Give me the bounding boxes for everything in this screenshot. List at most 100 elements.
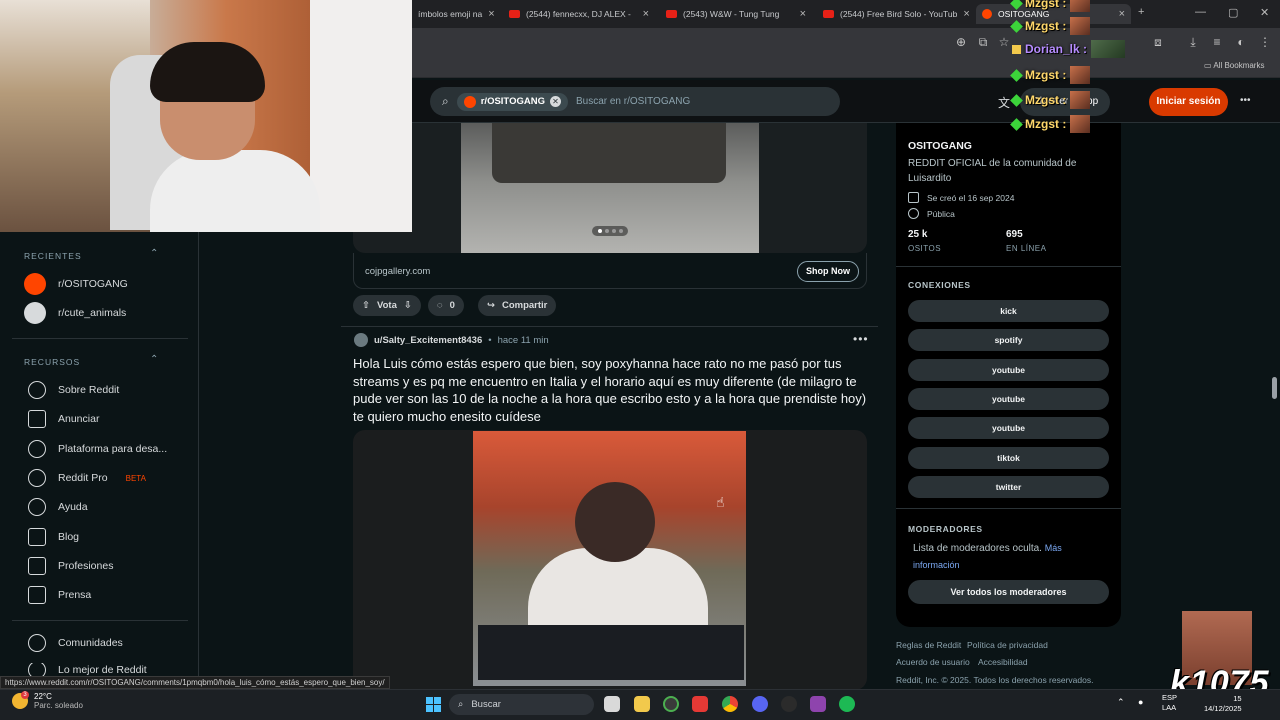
ad-domain[interactable]: cojpgallery.com [365, 266, 430, 277]
share-button[interactable]: ↪ Compartir [478, 295, 557, 316]
link-youtube[interactable]: youtube [908, 388, 1109, 410]
all-bookmarks[interactable]: ▭ All Bookmarks [1204, 61, 1264, 70]
link-tiktok[interactable]: tiktok [908, 447, 1109, 469]
shop-now-button[interactable]: Shop Now [797, 261, 859, 282]
window-close-icon[interactable]: ✕ [1260, 6, 1269, 19]
clear-chip-icon[interactable]: ✕ [549, 96, 561, 107]
discord-icon[interactable] [752, 696, 768, 712]
chat-user: Mzgst : [1025, 19, 1067, 33]
close-icon[interactable]: × [963, 8, 969, 20]
language-indicator[interactable]: ESP LAA [1162, 693, 1177, 713]
link-youtube[interactable]: youtube [908, 417, 1109, 439]
search-scope-chip[interactable]: r/OSITOGANG ✕ [456, 92, 568, 111]
close-icon[interactable]: × [800, 8, 806, 20]
profile-icon[interactable]: ◐ [1234, 35, 1248, 49]
moderators-hidden-label: Lista de moderadores oculta. [913, 543, 1042, 554]
recent-item-cute-animals[interactable]: r/cute_animals [24, 302, 126, 324]
tray-chevron-icon[interactable]: ⌃ [1117, 697, 1125, 708]
close-icon[interactable]: × [1119, 8, 1125, 20]
mic-icon[interactable]: ● [1138, 697, 1143, 707]
app-icon[interactable] [692, 696, 708, 712]
browser-tab[interactable]: (2544) fennecxx, DJ ALEX - × [503, 4, 655, 24]
chat-message: Mzgst : [1010, 91, 1091, 109]
emote-icon [1070, 0, 1091, 12]
app-icon[interactable] [810, 696, 826, 712]
nav-blog[interactable]: Blog [28, 528, 79, 546]
nav-reddit-pro[interactable]: Reddit Pro BETA [28, 469, 146, 487]
nav-about-reddit[interactable]: Sobre Reddit [28, 381, 119, 399]
carousel-dot[interactable] [597, 229, 602, 233]
taskbar-search[interactable]: ⌕ Buscar [449, 694, 594, 715]
link-youtube[interactable]: youtube [908, 359, 1109, 381]
chip-label: r/OSITOGANG [480, 96, 545, 107]
subreddit-icon [463, 95, 476, 108]
nav-dev-platform[interactable]: Plataforma para desa... [28, 440, 167, 458]
maximize-icon[interactable]: ▢ [1228, 6, 1238, 19]
divider [12, 338, 188, 339]
footer-rules-link[interactable]: Reglas de Reddit [896, 640, 961, 650]
file-explorer-icon[interactable] [634, 696, 650, 712]
carousel-dot[interactable] [604, 229, 609, 233]
footer-privacy-link[interactable]: Política de privacidad [967, 640, 1048, 650]
upvote-icon[interactable]: ⇧ [362, 300, 370, 311]
carousel-dot[interactable] [611, 229, 616, 233]
folder-icon: ▭ [1204, 61, 1214, 70]
nav-best-of[interactable]: Lo mejor de Reddit [28, 663, 147, 676]
login-button[interactable]: Iniciar sesión [1149, 88, 1228, 116]
post-menu-icon[interactable]: ••• [853, 332, 869, 346]
nav-help[interactable]: Ayuda [28, 498, 88, 516]
link-twitter[interactable]: twitter [908, 476, 1109, 498]
chat-user: Mzgst : [1025, 0, 1067, 10]
media-icon[interactable]: ≡ [1210, 35, 1224, 49]
app-icon[interactable] [781, 696, 797, 712]
nav-press[interactable]: Prensa [28, 586, 91, 604]
downvote-icon[interactable]: ⇩ [404, 300, 412, 311]
download-icon[interactable]: ⤓ [1186, 35, 1200, 49]
search-bar[interactable]: ⌕ r/OSITOGANG ✕ Buscar en r/OSITOGANG [430, 87, 840, 116]
link-spotify[interactable]: spotify [908, 329, 1109, 351]
star-icon[interactable]: ☆ [997, 35, 1011, 49]
footer-accessibility-link[interactable]: Accesibilidad [978, 657, 1028, 667]
clock[interactable]: 15 14/12/2025 [1204, 694, 1242, 714]
zoom-icon[interactable]: ⊕ [954, 35, 968, 49]
weather-text: 22°C Parc. soleado [34, 692, 83, 710]
chevron-up-icon[interactable]: ⌃ [150, 248, 158, 259]
recent-item-ositogang[interactable]: r/OSITOGANG [24, 273, 128, 295]
close-icon[interactable]: × [643, 8, 649, 20]
post-author[interactable]: u/Salty_Excitement8436 [374, 335, 482, 346]
browser-tab[interactable]: (2543) W&W - Tung Tung × [660, 4, 812, 24]
avatar[interactable] [354, 333, 368, 347]
browser-tab[interactable]: (2544) Free Bird Solo - YouTub × [817, 4, 972, 24]
badge-icon [1010, 93, 1023, 107]
scrollbar[interactable] [1272, 377, 1277, 399]
carousel-dot[interactable] [618, 229, 623, 233]
carousel-dots[interactable] [592, 226, 628, 236]
badge-icon [1010, 0, 1023, 10]
install-icon[interactable]: ⧉ [976, 35, 990, 49]
app-icon[interactable] [663, 696, 679, 712]
footer-agreement-link[interactable]: Acuerdo de usuario [896, 657, 970, 667]
minimize-icon[interactable]: — [1195, 6, 1206, 18]
new-tab-icon[interactable]: + [1138, 6, 1144, 18]
nav-advertise[interactable]: Anunciar [28, 410, 99, 428]
spotify-icon[interactable] [839, 696, 855, 712]
nav-communities[interactable]: Comunidades [28, 634, 123, 652]
more-options-icon[interactable]: ••• [1240, 95, 1251, 106]
post-title[interactable]: Hola Luis cómo estás espero que bien, so… [353, 355, 873, 425]
chrome-icon[interactable] [722, 696, 738, 712]
link-kick[interactable]: kick [908, 300, 1109, 322]
nav-careers[interactable]: Profesiones [28, 557, 113, 575]
windows-start-icon[interactable] [426, 697, 441, 712]
comments-button[interactable]: ◌ 0 [428, 295, 464, 316]
megaphone-icon [28, 410, 46, 428]
extensions-icon[interactable]: ⧈ [1151, 35, 1165, 49]
taskview-icon[interactable] [604, 696, 620, 712]
close-icon[interactable]: × [488, 8, 494, 20]
search-placeholder[interactable]: Buscar en r/OSITOGANG [576, 96, 690, 107]
webcam-overlay [0, 0, 412, 232]
view-moderators-button[interactable]: Ver todos los moderadores [908, 580, 1109, 604]
menu-icon[interactable]: ⋮ [1258, 35, 1272, 49]
chevron-up-icon[interactable]: ⌃ [150, 354, 158, 365]
translate-icon[interactable]: 文 [998, 94, 1010, 111]
browser-tab[interactable]: ímbolos emoji na × [412, 4, 500, 24]
